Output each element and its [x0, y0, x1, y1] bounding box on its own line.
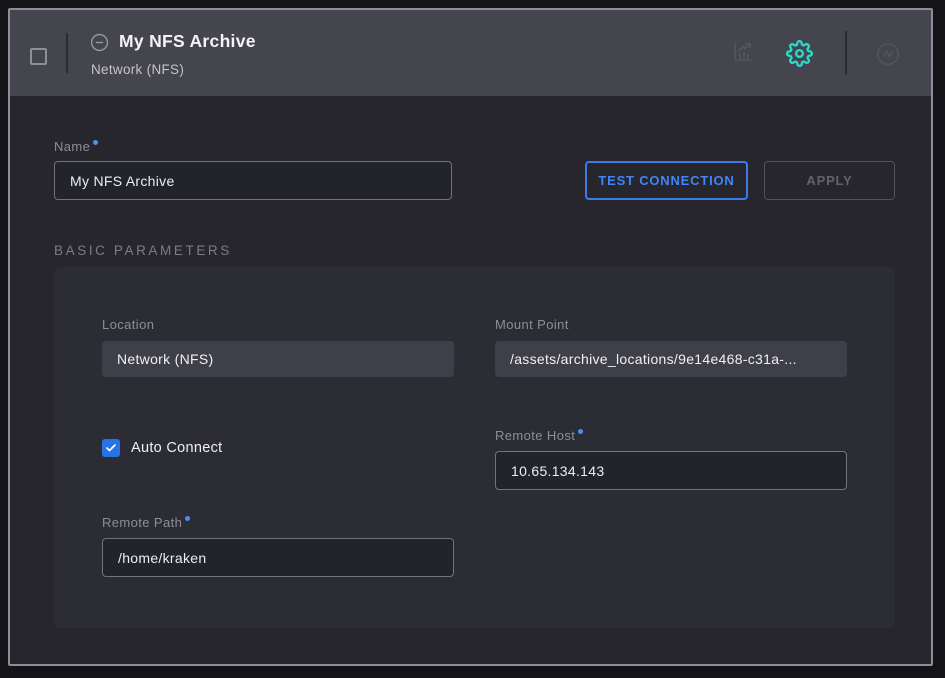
- test-connection-button[interactable]: TEST CONNECTION: [585, 161, 748, 200]
- basic-parameters-section-title: BASIC PARAMETERS: [54, 243, 232, 258]
- basic-parameters-panel: Location Network (NFS) Mount Point /asse…: [54, 267, 895, 628]
- select-checkbox[interactable]: [30, 48, 47, 65]
- location-readonly-field: Network (NFS): [102, 341, 454, 377]
- remote-host-field-label: Remote Host: [495, 428, 583, 443]
- name-field-label: Name: [54, 139, 98, 154]
- archive-location-card: My NFS Archive Network (NFS): [8, 8, 933, 666]
- page-background: My NFS Archive Network (NFS): [0, 0, 945, 678]
- header-divider: [66, 33, 68, 73]
- header-icons-divider: [845, 31, 847, 75]
- archive-title: My NFS Archive: [119, 31, 256, 52]
- statistics-chart-icon[interactable]: [731, 40, 755, 64]
- archive-type-subtitle: Network (NFS): [91, 62, 184, 77]
- apply-button[interactable]: APPLY: [764, 161, 895, 200]
- collapse-minus-circle-icon[interactable]: [90, 33, 109, 52]
- auto-connect-checkbox[interactable]: [102, 439, 120, 457]
- required-indicator: [578, 429, 583, 434]
- required-indicator: [185, 516, 190, 521]
- name-input[interactable]: [54, 161, 452, 200]
- remote-host-input[interactable]: [495, 451, 847, 490]
- settings-gear-icon[interactable]: [786, 40, 813, 67]
- checkmark-icon: [105, 442, 117, 454]
- location-field-label: Location: [102, 317, 154, 332]
- mount-point-readonly-field: /assets/archive_locations/9e14e468-c31a-…: [495, 341, 847, 377]
- card-header: My NFS Archive Network (NFS): [10, 10, 931, 96]
- mount-point-field-label: Mount Point: [495, 317, 569, 332]
- remote-path-field-label: Remote Path: [102, 515, 190, 530]
- required-indicator: [93, 140, 98, 145]
- auto-connect-checkbox-row[interactable]: Auto Connect: [102, 439, 222, 457]
- activity-pulse-icon[interactable]: [875, 41, 901, 67]
- auto-connect-label: Auto Connect: [131, 440, 222, 456]
- remote-path-input[interactable]: [102, 538, 454, 577]
